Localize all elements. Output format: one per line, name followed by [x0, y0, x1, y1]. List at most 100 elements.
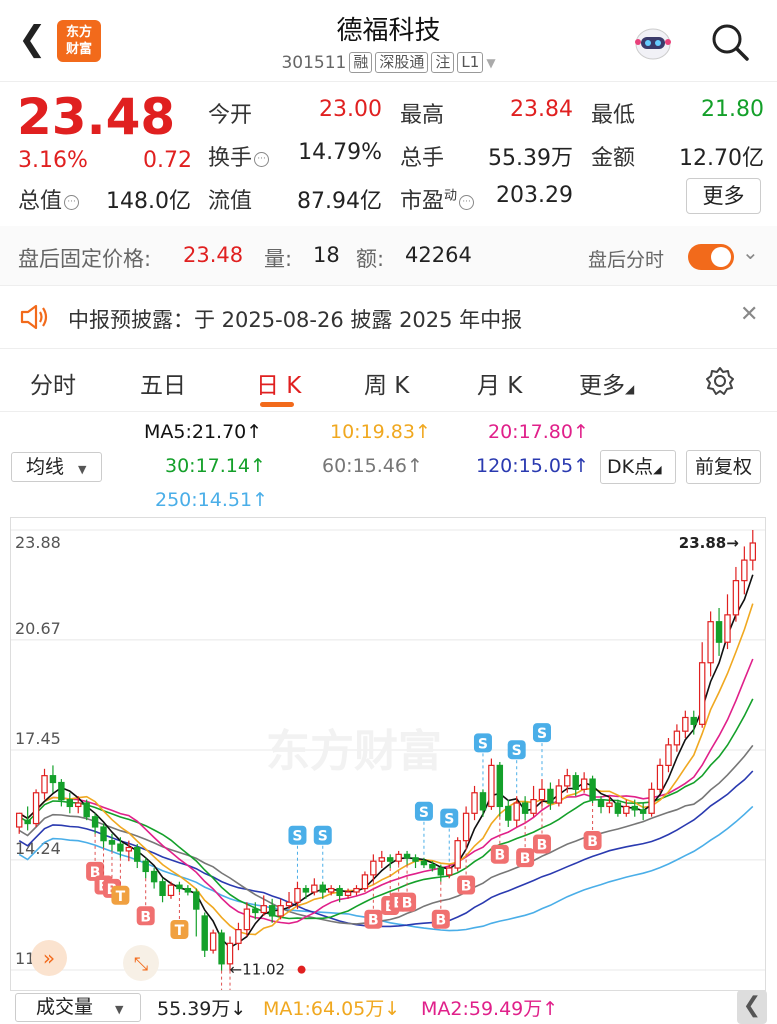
ma10-label: 10:19.83↑	[330, 421, 431, 443]
y-tick-label: 23.88	[15, 533, 61, 552]
dk-point-button[interactable]: DK点◢	[600, 450, 676, 484]
trade-marker-label: S	[318, 829, 328, 845]
registration-tag: 注	[431, 52, 455, 73]
candle-body	[302, 887, 310, 893]
vol-ma2-indicator: MA2:59.49万↑	[421, 998, 559, 1020]
ma20-label: 20:17.80↑	[488, 421, 589, 443]
settings-gear-icon[interactable]	[705, 366, 735, 396]
ma-type-select[interactable]: 均线 ▼	[11, 452, 102, 482]
zoom-icon: ⤡	[134, 954, 148, 975]
adjust-mode-button[interactable]: 前复权	[686, 450, 761, 484]
candle-body	[252, 908, 259, 914]
assistant-robot-icon[interactable]	[632, 22, 674, 62]
trade-marker-label: B	[520, 851, 531, 867]
tab-monthly-k[interactable]: 月 K	[477, 366, 522, 400]
post-volume-value: 18	[313, 243, 340, 267]
candle-body	[446, 867, 453, 876]
candle-body	[572, 775, 579, 790]
candle-body	[656, 764, 664, 790]
candle-body	[75, 802, 82, 808]
trade-marker-label: S	[292, 829, 302, 845]
trade-marker-label: B	[494, 848, 505, 864]
candle-body	[589, 778, 596, 801]
float-cap-label: 流值	[208, 189, 253, 214]
candle-body	[682, 716, 689, 732]
min-dot	[297, 965, 306, 974]
ma5-label: MA5:21.70↑	[144, 421, 263, 443]
tab-intraday[interactable]: 分时	[30, 366, 76, 400]
trade-marker-label: B	[402, 896, 413, 912]
tag-dropdown-icon[interactable]: ▼	[486, 56, 495, 70]
info-icon[interactable]: ···	[64, 195, 80, 210]
candle-body	[429, 864, 436, 869]
chevron-down-icon[interactable]: ⌄	[742, 240, 759, 264]
tab-more-label: 更多	[579, 373, 625, 399]
double-chevron-icon: »	[43, 946, 55, 970]
level-tag: L1	[457, 52, 484, 73]
dropdown-arrow-icon: ▼	[78, 463, 87, 476]
ma250-value: 250:14.51	[155, 489, 253, 511]
candle-body	[412, 857, 419, 862]
info-icon[interactable]: ···	[459, 195, 475, 210]
candle-body	[235, 929, 242, 944]
ma120-label: 120:15.05↑	[476, 455, 589, 477]
ma30-label: 30:17.14↑	[165, 455, 266, 477]
candle-body	[555, 785, 563, 804]
candle-body	[547, 788, 554, 804]
candle-body	[462, 812, 470, 842]
tab-five-day[interactable]: 五日	[140, 366, 186, 400]
candle-body	[66, 799, 74, 808]
float-cap-value: 87.94亿	[297, 189, 382, 214]
tab-daily-k[interactable]: 日 K	[256, 366, 301, 400]
divider	[0, 285, 777, 286]
candle-body	[100, 826, 107, 842]
info-icon[interactable]: ···	[254, 152, 270, 167]
candle-body	[488, 764, 495, 808]
trade-marker-label: B	[461, 879, 472, 895]
candle-body	[673, 730, 681, 746]
candle-body	[724, 614, 731, 643]
candle-body	[184, 887, 192, 893]
indicator-select[interactable]: 成交量 ▼	[15, 993, 141, 1022]
post-amount-label: 额:	[356, 247, 385, 271]
candle-body	[479, 792, 487, 811]
candle-body	[134, 846, 141, 862]
market-cap-label-text: 总值	[18, 189, 63, 214]
low-label: 最低	[591, 103, 636, 128]
trade-marker-label: S	[419, 805, 429, 821]
candle-body	[387, 857, 394, 862]
search-icon[interactable]	[708, 20, 752, 64]
ma20-value: 20:17.80	[488, 421, 573, 443]
close-icon[interactable]: ✕	[740, 302, 758, 327]
candle-body	[193, 891, 200, 910]
notice-text[interactable]: 中报预披露：于 2025-08-26 披露 2025 年中报	[68, 304, 522, 334]
connect-tag: 深股通	[375, 52, 429, 73]
candle-body	[530, 799, 537, 814]
candle-body	[108, 840, 116, 845]
candle-body	[690, 716, 697, 725]
tab-more[interactable]: 更多◢	[579, 366, 634, 400]
volume-indicator-value: 55.39万	[157, 998, 231, 1020]
candle-body	[117, 843, 124, 852]
ma250-label: 250:14.51↑	[155, 489, 268, 511]
more-quote-button[interactable]: 更多	[686, 178, 761, 214]
active-tab-indicator	[260, 402, 294, 407]
collapse-panel-button[interactable]: ❮	[737, 990, 767, 1024]
candle-body	[167, 884, 175, 897]
trade-marker-label: B	[537, 837, 548, 853]
vol-ma1-indicator: MA1:64.05万↓	[263, 998, 401, 1020]
kline-chart[interactable]: 23.8820.6717.4514.2411.02东方财富BBBTBTBBSSB…	[10, 517, 766, 1018]
post-intraday-toggle[interactable]	[688, 244, 734, 270]
margin-tag: 融	[349, 52, 373, 73]
high-label: 最高	[400, 103, 445, 128]
vol-ma2-value: MA2:59.49万	[421, 998, 543, 1020]
candle-body	[353, 887, 360, 893]
candle-body	[361, 874, 369, 890]
turnover-label: 换手 ···	[208, 140, 270, 172]
candle-body	[698, 662, 706, 725]
post-price-value: 23.48	[183, 243, 244, 267]
tab-weekly-k[interactable]: 周 K	[364, 366, 409, 400]
candle-body	[218, 932, 225, 965]
dropdown-arrow-icon: ▼	[115, 1003, 124, 1016]
trade-marker-label: S	[512, 743, 522, 759]
